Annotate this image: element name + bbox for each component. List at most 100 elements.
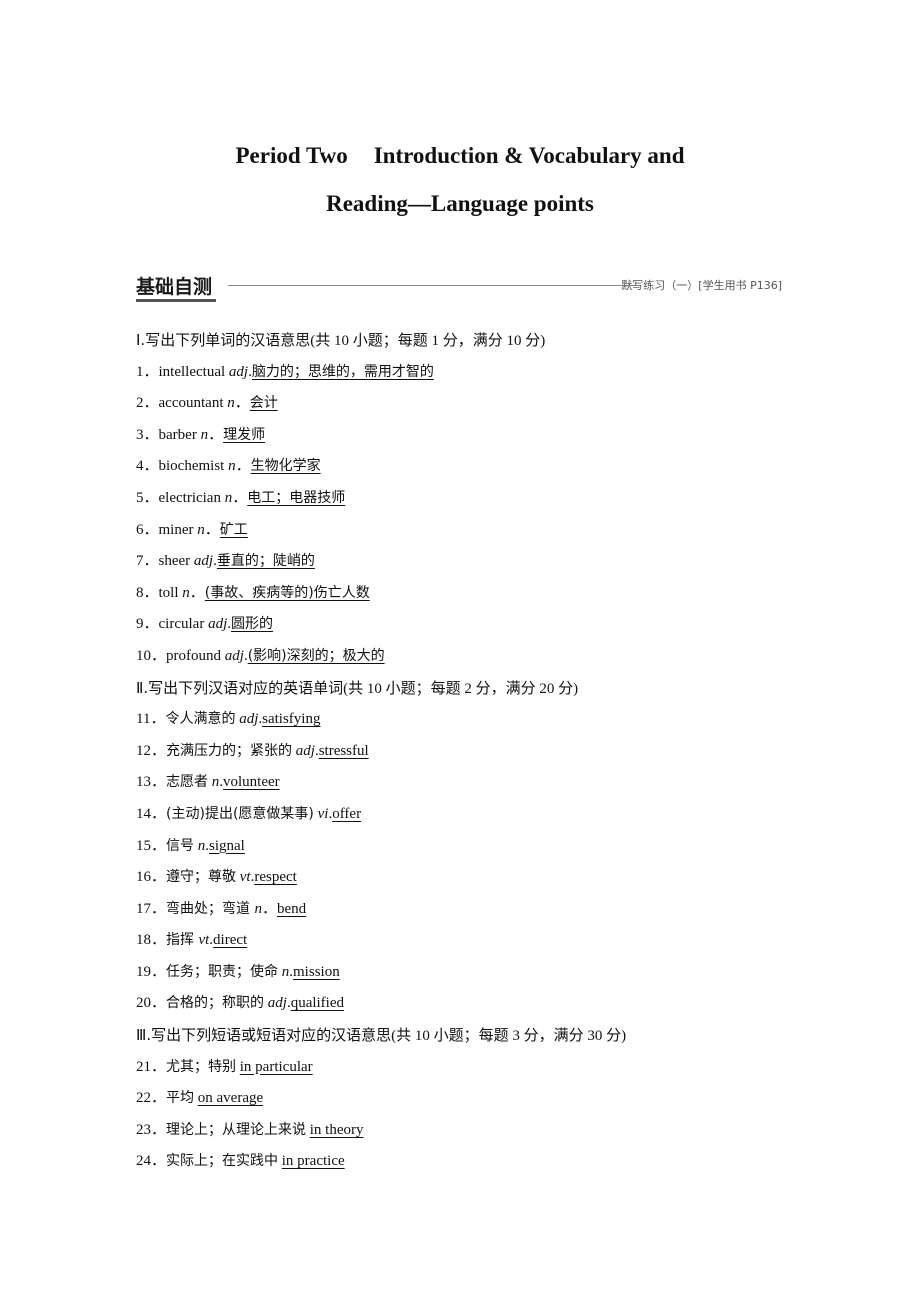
item-chinese-prompt: 充满压力的；紧张的: [166, 742, 293, 759]
item-number: 9．: [136, 616, 159, 633]
item-number: 15．: [136, 837, 167, 854]
section-heading: Ⅱ.写出下列汉语对应的英语单词(共 10 小题；每题 2 分，满分 20 分): [136, 674, 836, 706]
exercise-item: 21．尤其；特别 in particular: [136, 1053, 836, 1085]
exercise-item: 20．合格的；称职的 adj.qualified: [136, 989, 836, 1021]
item-number: 11．: [136, 711, 166, 728]
section-scoring: (共 10 小题；每题 3 分，满分 30 分): [391, 1028, 627, 1045]
period-label: Period Two: [235, 143, 348, 168]
section-heading: Ⅰ.写出下列单词的汉语意思(共 10 小题；每题 1 分，满分 10 分): [136, 326, 836, 358]
exercise-item: 10．profound adj.(影响)深刻的；极大的: [136, 642, 836, 674]
pos-separator: ．: [261, 900, 277, 917]
item-answer: (事故、疾病等的)伤亡人数: [204, 584, 370, 601]
item-answer: bend: [276, 900, 307, 917]
item-chinese-prompt: 任务；职责；使命: [166, 963, 279, 980]
item-number: 23．: [136, 1121, 167, 1138]
item-number: 2．: [136, 395, 159, 412]
part-of-speech: vt: [239, 869, 251, 886]
item-number: 24．: [136, 1153, 167, 1170]
pos-separator: ．: [232, 489, 248, 506]
item-chinese-prompt: 信号: [166, 837, 195, 854]
item-answer: satisfying: [262, 711, 321, 728]
part-of-speech: adj: [228, 363, 249, 380]
item-answer: on average: [197, 1090, 264, 1107]
exercise-item: 9．circular adj.圆形的: [136, 610, 836, 642]
item-chinese-prompt: 尤其；特别: [166, 1058, 237, 1075]
item-chinese-prompt: 平均: [166, 1090, 195, 1107]
item-answer: 垂直的；陡峭的: [216, 553, 315, 570]
item-chinese-prompt: 理论上；从理论上来说: [166, 1121, 307, 1138]
lesson-title: Introduction & Vocabulary and: [373, 143, 685, 168]
item-answer: 生物化学家: [250, 458, 321, 475]
item-number: 8．: [136, 584, 159, 601]
section-heading-text: Ⅲ.写出下列短语或短语对应的汉语意思: [136, 1026, 392, 1045]
item-chinese-prompt: (主动)提出(愿意做某事): [166, 805, 314, 822]
item-chinese-prompt: 实际上；在实践中: [166, 1153, 279, 1170]
page-title-line-2: Reading—Language points: [326, 191, 594, 216]
exercise-item: 8．toll n．(事故、疾病等的)伤亡人数: [136, 579, 836, 611]
exercise-item: 4．biochemist n．生物化学家: [136, 452, 836, 484]
section-heading-text: Ⅱ.写出下列汉语对应的英语单词: [136, 678, 344, 697]
item-chinese-prompt: 令人满意的: [165, 711, 236, 728]
item-number: 22．: [136, 1090, 167, 1107]
part-of-speech: adj: [224, 647, 244, 664]
item-number: 1．: [136, 363, 159, 380]
banner-divider: [228, 285, 636, 286]
part-of-speech: adj: [267, 995, 287, 1012]
page-title-line-1: Period Two Introduction & Vocabulary and: [0, 143, 920, 169]
item-number: 17．: [136, 900, 167, 917]
item-answer: in practice: [281, 1153, 345, 1170]
item-answer: mission: [293, 963, 340, 980]
item-answer: respect: [254, 869, 297, 886]
section-banner: 基础自测 默写练习（一）[学生用书 P136]: [136, 272, 782, 302]
part-of-speech: adj: [208, 616, 228, 633]
item-answer: (影响)深刻的；极大的: [247, 647, 385, 664]
item-word: electrician: [158, 489, 221, 506]
banner-underline: [136, 299, 216, 302]
exercise-item: 24．实际上；在实践中 in practice: [136, 1147, 836, 1179]
item-number: 21．: [136, 1058, 167, 1075]
item-number: 12．: [136, 742, 167, 759]
exercise-item: 19．任务；职责；使命 n.mission: [136, 958, 836, 990]
item-word: biochemist: [158, 458, 225, 475]
item-word: profound: [166, 647, 222, 664]
item-answer: 矿工: [219, 521, 248, 538]
item-chinese-prompt: 指挥: [166, 932, 199, 949]
item-number: 14．: [136, 805, 167, 822]
pos-separator: ．: [208, 426, 224, 443]
item-word: sheer: [158, 553, 191, 570]
exercise-item: 5．electrician n．电工；电器技师: [136, 484, 836, 516]
exercise-item: 1．intellectual adj.脑力的；思维的，需用才智的: [136, 358, 836, 390]
item-number: 20．: [136, 995, 167, 1012]
item-answer: 电工；电器技师: [247, 489, 346, 506]
section-heading: Ⅲ.写出下列短语或短语对应的汉语意思(共 10 小题；每题 3 分，满分 30 …: [136, 1021, 836, 1053]
item-word: circular: [158, 616, 205, 633]
section-heading-text: Ⅰ.写出下列单词的汉语意思: [136, 331, 311, 349]
item-answer: stressful: [318, 742, 369, 759]
item-word: toll: [158, 584, 179, 601]
part-of-speech: adj: [239, 711, 259, 728]
part-of-speech: vi: [317, 805, 329, 822]
exercise-item: 12．充满压力的；紧张的 adj.stressful: [136, 737, 836, 769]
item-chinese-prompt: 弯曲处；弯道: [166, 900, 255, 917]
part-of-speech: adj: [295, 742, 315, 759]
item-answer: volunteer: [223, 774, 280, 791]
exercise-item: 17．弯曲处；弯道 n．bend: [136, 895, 836, 927]
item-number: 3．: [136, 426, 159, 443]
exercise-item: 6．miner n．矿工: [136, 516, 836, 548]
banner-reference: 默写练习（一）[学生用书 P136]: [621, 279, 782, 292]
exercise-item: 14．(主动)提出(愿意做某事) vi.offer: [136, 800, 836, 832]
part-of-speech: n: [254, 900, 262, 917]
item-chinese-prompt: 遵守；尊敬: [166, 869, 237, 886]
item-answer: signal: [209, 837, 245, 854]
part-of-speech: adj: [193, 553, 214, 570]
item-number: 6．: [136, 521, 159, 538]
item-answer: 脑力的；思维的，需用才智的: [251, 363, 434, 380]
item-answer: offer: [332, 805, 362, 822]
item-chinese-prompt: 合格的；称职的: [166, 995, 265, 1012]
pos-separator: ．: [204, 521, 220, 538]
exercise-item: 15．信号 n.signal: [136, 832, 836, 864]
banner-label: 基础自测: [136, 276, 213, 298]
exercise-item: 2．accountant n．会计: [136, 389, 836, 421]
item-number: 7．: [136, 553, 159, 570]
exercise-item: 23．理论上；从理论上来说 in theory: [136, 1116, 836, 1148]
